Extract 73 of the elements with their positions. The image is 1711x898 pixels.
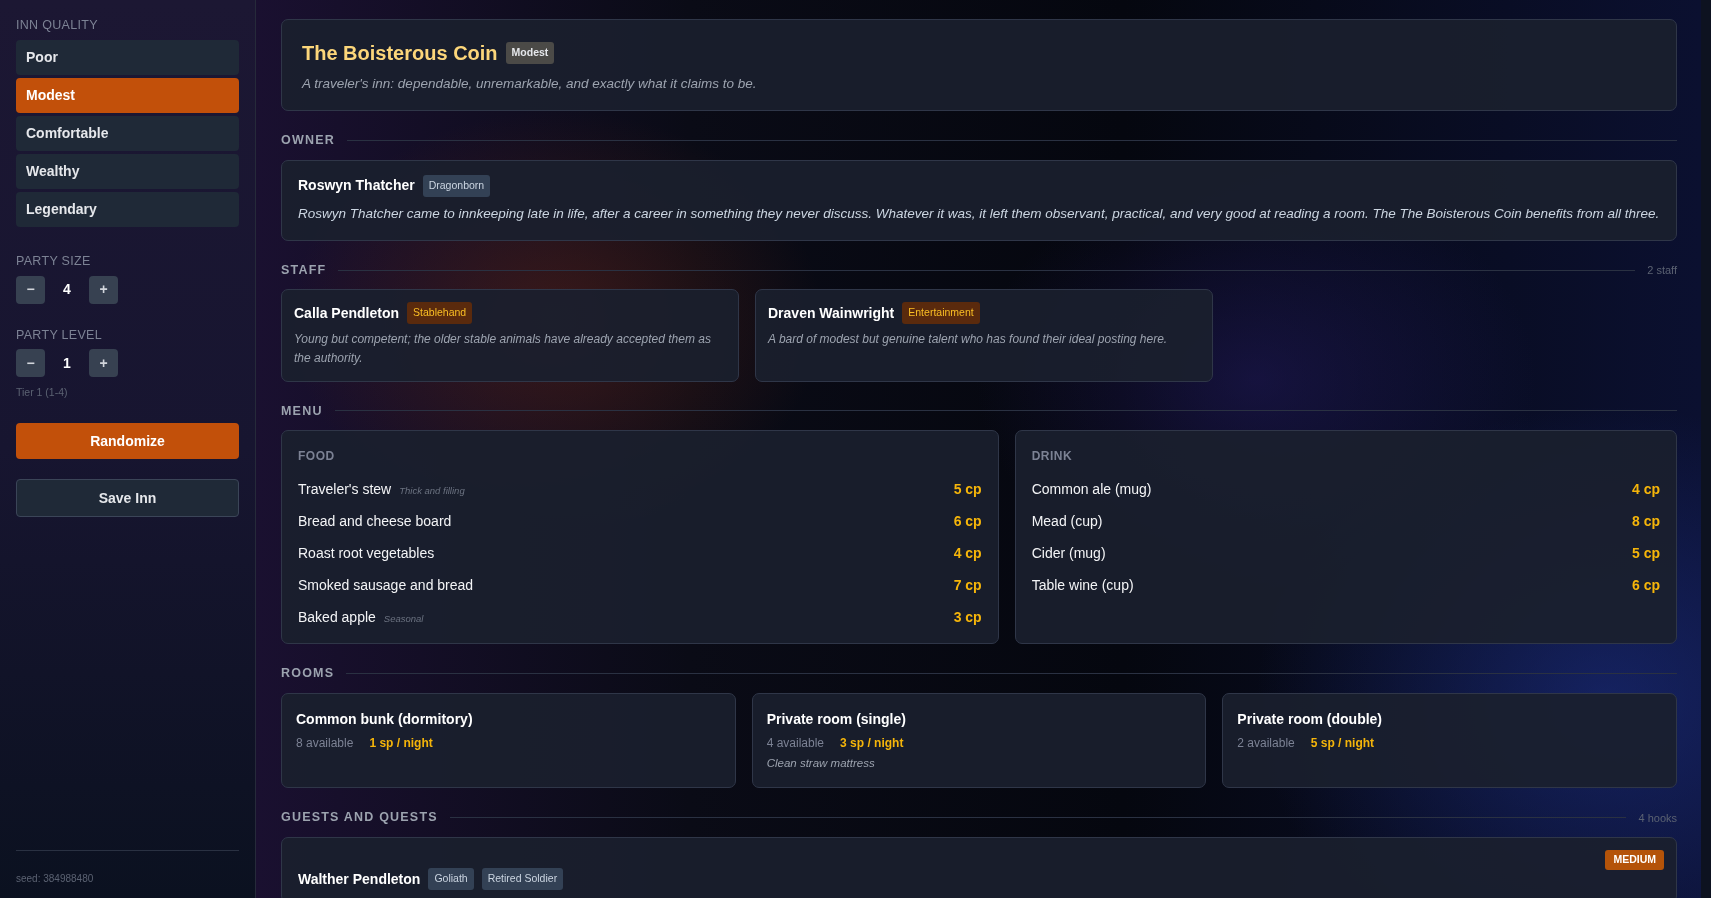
increment-button[interactable]: + (89, 349, 118, 378)
menu-item-name: Roast root vegetables (298, 543, 435, 563)
menu-item-name: Cider (mug) (1031, 543, 1106, 563)
menu-item-price: 8 cp (1632, 511, 1660, 531)
decrement-button[interactable]: − (16, 349, 45, 378)
section-heading: MENU (281, 402, 323, 420)
section-heading: GUESTS AND QUESTS (281, 809, 438, 827)
room-note: Clean straw mattress (766, 756, 876, 772)
guest-tag: Retired Soldier (481, 868, 564, 890)
menu-item-price: 5 cp (1632, 543, 1660, 563)
menu-item-price: 4 cp (1632, 479, 1660, 499)
role-badge: Stablehand (407, 302, 473, 325)
room-name: Common bunk (dormitory) (296, 710, 474, 730)
menu-section-title: FOOD (298, 448, 336, 466)
section-heading: STAFF (281, 261, 327, 279)
difficulty-badge: MEDIUM (1605, 850, 1664, 870)
section-heading: ROOMS (281, 665, 335, 683)
section-count: 2 staff (1647, 262, 1677, 278)
seed-text: seed: 384988480 (16, 872, 95, 886)
quality-option[interactable]: Comfortable (16, 115, 239, 151)
menu-item-name: Bread and cheese board (298, 511, 452, 531)
owner-name: Roswyn Thatcher (298, 176, 415, 196)
staff-name: Calla Pendleton (294, 303, 400, 323)
quality-option[interactable]: Modest (16, 77, 239, 113)
quality-badge: Modest (505, 42, 555, 64)
menu-item-price: 4 cp (953, 543, 982, 563)
quality-option[interactable]: Poor (16, 39, 239, 75)
menu-item-name: Traveler's stew (298, 479, 392, 499)
menu-item-note: Thick and filling (399, 483, 465, 498)
quality-option[interactable]: Legendary (16, 191, 239, 227)
owner-bio: Roswyn Thatcher came to innkeeping late in life, after a career in something they never discuss. Whatever it was, it left them observant, practical, and very good at reading a room. The The Boisterous Coin benefits from all three. (298, 204, 1660, 223)
menu-item-price: 3 cp (953, 607, 982, 627)
section-label: PARTY LEVEL (16, 326, 103, 344)
randomize-button[interactable]: Randomize (16, 423, 239, 459)
room-availability: 2 available (1237, 735, 1295, 753)
menu-item-price: 7 cp (953, 575, 982, 595)
room-price: 1 sp / night (369, 735, 433, 753)
guest-tag: Goliath (428, 868, 474, 890)
role-badge: Entertainment (902, 302, 980, 325)
decrement-button[interactable]: − (16, 275, 45, 304)
menu-item-note: Seasonal (383, 611, 424, 626)
menu-item-name: Baked apple (298, 607, 376, 627)
staff-bio: A bard of modest but genuine talent who has found their ideal posting here. (768, 331, 1169, 349)
menu-section-title: DRINK (1031, 448, 1074, 466)
section-heading: OWNER (281, 132, 335, 150)
stepper-value: 4 (62, 280, 72, 299)
menu-item-name: Mead (cup) (1031, 511, 1103, 531)
room-price: 5 sp / night (1310, 735, 1375, 753)
save-button[interactable]: Save Inn (16, 479, 239, 517)
inn-tagline: A traveler's inn: dependable, unremarkable, and exactly what it claims to be. (302, 75, 758, 93)
section-label: PARTY SIZE (16, 252, 92, 270)
menu-item-price: 6 cp (953, 511, 982, 531)
section-count: 4 hooks (1638, 810, 1677, 826)
room-availability: 8 available (296, 735, 354, 753)
increment-button[interactable]: + (89, 275, 118, 304)
room-name: Private room (double) (1237, 710, 1384, 730)
room-price: 3 sp / night (840, 735, 904, 753)
stepper-value: 1 (62, 353, 72, 373)
menu-item-name: Common ale (mug) (1031, 479, 1152, 499)
staff-name: Draven Wainwright (768, 303, 895, 323)
guest-name: Walther Pendleton (298, 869, 421, 889)
room-name: Private room (single) (766, 710, 907, 730)
menu-item-name: Table wine (cup) (1031, 575, 1134, 595)
section-label: INN QUALITY (16, 17, 99, 34)
tier-text: Tier 1 (1-4) (16, 385, 69, 401)
quality-option[interactable]: Wealthy (16, 153, 239, 189)
staff-bio: Young but competent; the older stable animals have already accepted them as the authority. (294, 331, 712, 368)
menu-item-price: 6 cp (1632, 575, 1660, 595)
menu-item-price: 5 cp (953, 479, 982, 499)
room-availability: 4 available (766, 735, 825, 753)
menu-item-name: Smoked sausage and bread (298, 575, 474, 595)
inn-title: The Boisterous Coin (302, 41, 498, 66)
race-badge: Dragonborn (422, 175, 491, 197)
